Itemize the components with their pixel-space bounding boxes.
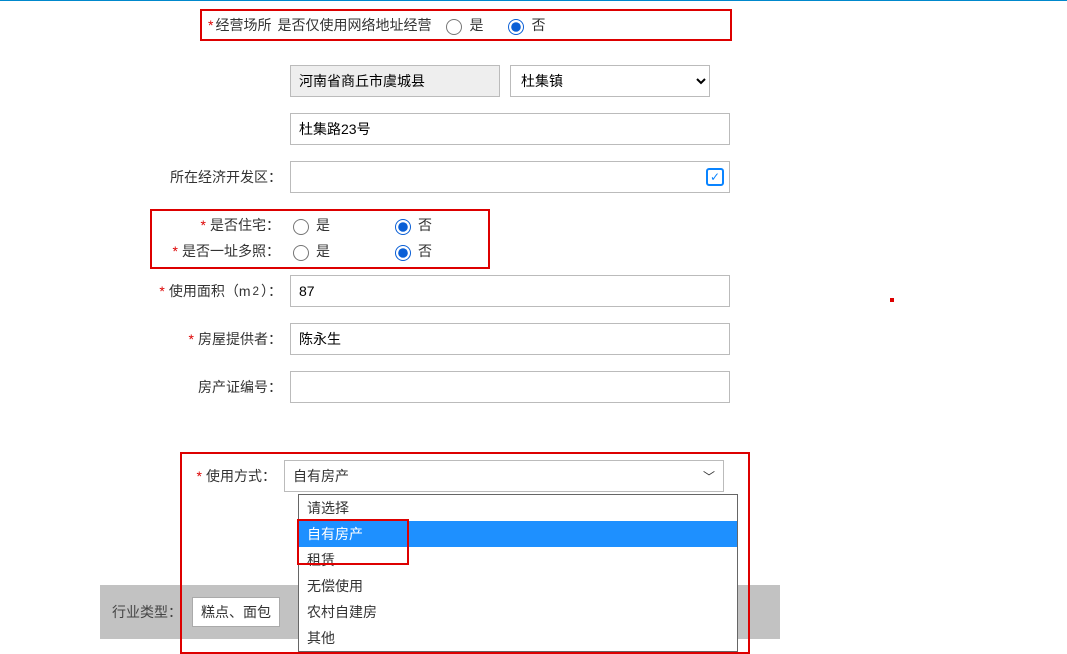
use-mode-select[interactable]: 自有房产 ﹀ (284, 460, 724, 492)
use-mode-option[interactable]: 租赁 (299, 547, 737, 573)
certno-label: 房产证编号： (0, 377, 290, 397)
residential-no[interactable]: 否 (390, 215, 432, 235)
address-input[interactable] (290, 113, 730, 145)
area-label: * 使用面积（m2）： (0, 281, 290, 301)
online-only-no-radio[interactable] (508, 19, 524, 35)
use-mode-selected: 自有房产 (293, 466, 349, 486)
region-input (290, 65, 500, 97)
picker-icon[interactable]: ✓ (706, 168, 724, 186)
multilic-yes[interactable]: 是 (288, 241, 330, 261)
multilic-label: *是否一址多照： (158, 241, 288, 261)
business-location-label: 经营场所 (215, 15, 271, 35)
multilic-no[interactable]: 否 (390, 241, 432, 261)
business-location-row: * 经营场所 是否仅使用网络地址经营 是 否 (200, 9, 732, 41)
residential-yes[interactable]: 是 (288, 215, 330, 235)
town-select[interactable]: 杜集镇 (510, 65, 710, 97)
provider-label: * 房屋提供者： (0, 329, 290, 349)
use-mode-option[interactable]: 请选择 (299, 495, 737, 521)
zone-input[interactable] (290, 161, 730, 193)
online-only-no[interactable]: 否 (503, 15, 545, 35)
residential-label: **是否住宅： 是否住宅： (158, 215, 288, 235)
area-input[interactable] (290, 275, 730, 307)
use-mode-group: * 使用方式： 自有房产 ﹀ 请选择 自有房产 租赁 无偿使用 农村自建房 其他 (180, 452, 750, 654)
use-mode-option[interactable]: 农村自建房 (299, 599, 737, 625)
multilic-no-radio[interactable] (395, 245, 411, 261)
required-asterisk: * (208, 17, 213, 33)
online-only-yes-radio[interactable] (446, 19, 462, 35)
top-divider (0, 0, 1067, 1)
zone-label: 所在经济开发区： (0, 167, 290, 187)
industry-type-label: 行业类型： (112, 602, 182, 622)
residential-multilic-group: **是否住宅： 是否住宅： 是 否 *是否一址多照： (150, 209, 490, 269)
residential-yes-radio[interactable] (293, 219, 309, 235)
use-mode-option-selected[interactable]: 自有房产 (299, 521, 737, 547)
use-mode-dropdown[interactable]: 请选择 自有房产 租赁 无偿使用 农村自建房 其他 (298, 494, 738, 652)
online-only-question: 是否仅使用网络地址经营 (277, 15, 431, 35)
use-mode-label: * 使用方式： (188, 466, 284, 486)
multilic-yes-radio[interactable] (293, 245, 309, 261)
red-dot (890, 298, 894, 302)
use-mode-option[interactable]: 无偿使用 (299, 573, 737, 599)
certno-input[interactable] (290, 371, 730, 403)
residential-no-radio[interactable] (395, 219, 411, 235)
use-mode-option[interactable]: 其他 (299, 625, 737, 651)
chevron-down-icon: ﹀ (703, 468, 715, 485)
provider-input[interactable] (290, 323, 730, 355)
no-label: 否 (531, 15, 545, 35)
online-only-yes[interactable]: 是 (441, 15, 483, 35)
yes-label: 是 (469, 15, 483, 35)
